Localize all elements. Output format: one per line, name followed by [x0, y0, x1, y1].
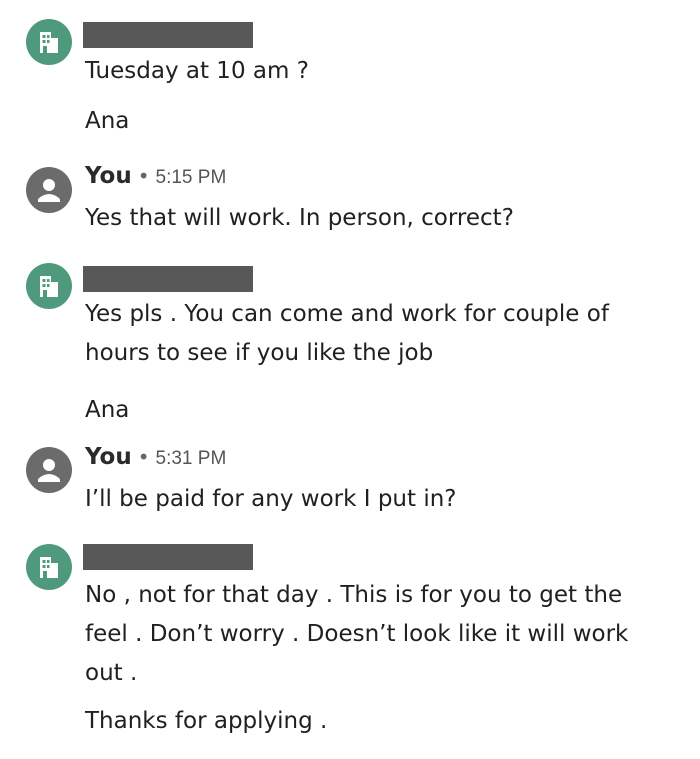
- message-signature: Ana: [85, 397, 130, 423]
- message-text: Yes that will work. In person, correct?: [85, 205, 514, 231]
- person-icon: [38, 179, 60, 202]
- person-icon: [38, 459, 60, 482]
- company-avatar[interactable]: [26, 19, 72, 65]
- message-thread: Tuesday at 10 am ? Ana You • 5:15 PM Yes t…: [0, 0, 700, 759]
- user-avatar[interactable]: [26, 167, 72, 213]
- message-text: Tuesday at 10 am ?: [85, 58, 309, 84]
- message-time: 5:15 PM: [155, 167, 227, 188]
- message-text-line: Yes pls . You can come and work for coup…: [85, 301, 609, 327]
- message-text-line: No , not for that day . This is for you …: [85, 582, 623, 608]
- message-text-line: hours to see if you like the job: [85, 340, 434, 366]
- company-avatar[interactable]: [26, 544, 72, 590]
- building-icon: [40, 557, 58, 578]
- message-text-line: feel . Don’t worry . Doesn’t look like i…: [85, 621, 629, 647]
- message-text: I’ll be paid for any work I put in?: [85, 486, 457, 512]
- building-icon: [40, 276, 58, 297]
- message-header: You • 5:15 PM: [85, 163, 226, 193]
- redacted-sender-name: [83, 22, 253, 48]
- message-header: You • 5:31 PM: [85, 444, 226, 474]
- redacted-sender-name: [83, 266, 253, 292]
- message-closing: Thanks for applying .: [85, 708, 328, 734]
- message-signature: Ana: [85, 108, 130, 134]
- building-icon: [40, 32, 58, 53]
- separator-dot: •: [137, 164, 150, 188]
- user-avatar[interactable]: [26, 447, 72, 493]
- message-text-line: out .: [85, 660, 138, 686]
- message-time: 5:31 PM: [155, 448, 227, 469]
- redacted-sender-name: [83, 544, 253, 570]
- separator-dot: •: [137, 445, 150, 469]
- sender-name: You: [85, 444, 132, 470]
- sender-name: You: [85, 163, 132, 189]
- company-avatar[interactable]: [26, 263, 72, 309]
